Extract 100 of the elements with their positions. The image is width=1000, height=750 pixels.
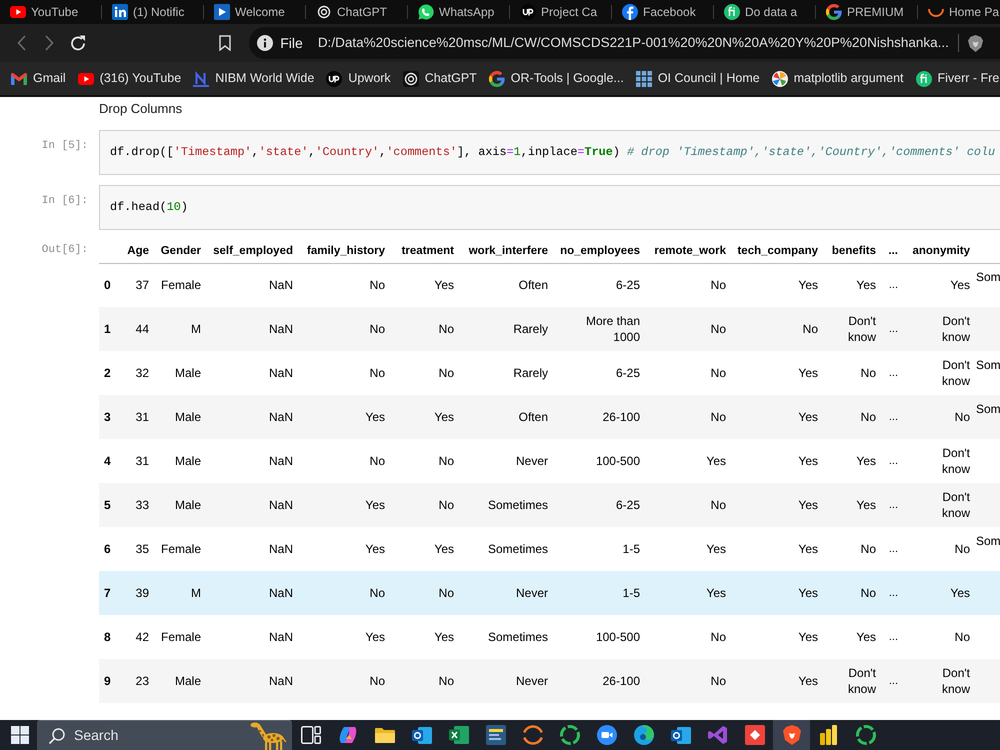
search-icon: [49, 728, 65, 744]
column-header: Age: [118, 240, 153, 263]
table-cell: M: [153, 307, 205, 351]
chat-phone-icon: [418, 4, 434, 20]
browser-tab[interactable]: Home Pa: [918, 0, 1000, 24]
table-cell: Female: [153, 263, 205, 307]
row-index: 4: [99, 439, 118, 483]
row-index: 7: [99, 571, 118, 615]
f-logo-icon: [622, 4, 638, 20]
table-cell: No: [644, 615, 730, 659]
browser-tab[interactable]: Facebook: [612, 0, 713, 24]
address-bar[interactable]: File D:/Data%20science%20msc/ML/CW/COMSCDS221P-001%20%20N%20A%20Y%20P%20Nishshanka...: [249, 27, 1000, 59]
table-cell: No: [902, 527, 974, 571]
browser-tab[interactable]: WhatsApp: [408, 0, 509, 24]
code-line: df.head(10): [110, 200, 188, 214]
table-cell: 6-25: [552, 483, 644, 527]
table-cell: NaN: [205, 527, 297, 571]
table-cell: 1-5: [552, 571, 644, 615]
table-cell: NaN: [205, 615, 297, 659]
table-cell: No: [389, 571, 458, 615]
scheme-label: File: [280, 34, 303, 52]
bookmark-link[interactable]: OR-Tools | Google...: [488, 69, 624, 88]
play-tile-icon: [214, 4, 230, 20]
search-bar[interactable]: Search: [37, 720, 292, 750]
column-header: tech_company: [730, 240, 822, 263]
n-logo-icon: [193, 70, 210, 86]
four-squares-icon: [11, 726, 29, 744]
column-header: self_employed: [205, 240, 297, 263]
reload-icon: [70, 35, 86, 51]
bookmark-link[interactable]: (316) YouTube: [78, 69, 182, 88]
table-cell: Don't know: [902, 483, 974, 527]
table-cell: No: [644, 659, 730, 703]
table-cell: 31: [118, 395, 153, 439]
table-cell: NaN: [205, 483, 297, 527]
table-cell: No: [297, 571, 389, 615]
table-cell: No: [644, 351, 730, 395]
table-cell: No: [730, 307, 822, 351]
browser-tab[interactable]: Do data a: [714, 0, 815, 24]
cell-prompt: Out[6]:: [40, 243, 89, 258]
table-cell: 26-100: [552, 659, 644, 703]
diamond-tile-icon: [744, 725, 764, 745]
table-cell: Male: [153, 439, 205, 483]
row-index: 0: [99, 263, 118, 307]
bowtie-logo-icon: [708, 725, 728, 745]
table-cell: Often: [458, 263, 552, 307]
table-cell: ...: [880, 483, 902, 527]
table-cell: Som: [974, 263, 1000, 307]
browser-tab[interactable]: PREMIUM: [816, 0, 917, 24]
table-cell: No: [822, 351, 880, 395]
bookmark-link[interactable]: Fiverr - Fre: [916, 69, 1000, 88]
table-cell: Don't know: [902, 307, 974, 351]
bookmark-link[interactable]: ChatGPT: [402, 69, 477, 88]
table-cell: Yes: [297, 527, 389, 571]
table-cell: Yes: [389, 615, 458, 659]
table-cell: Yes: [730, 351, 822, 395]
browser-tab[interactable]: ChatGPT: [306, 0, 407, 24]
fi-logo-icon: [724, 4, 740, 20]
table-cell: Yes: [730, 483, 822, 527]
browser-tab[interactable]: (1) Notific: [102, 0, 203, 24]
task-view-icon: [300, 726, 320, 744]
search-input[interactable]: Search: [74, 725, 134, 746]
table-cell: No: [902, 615, 974, 659]
bookmark-link[interactable]: NIBM World Wide: [193, 69, 314, 88]
browser-tab[interactable]: YouTube: [0, 0, 101, 24]
table-cell: Never: [458, 439, 552, 483]
table-cell: Yes: [730, 659, 822, 703]
shield-icon[interactable]: [968, 34, 983, 52]
bookmark-link[interactable]: Upwork: [326, 69, 391, 88]
info-icon[interactable]: [257, 35, 274, 51]
chevron-right-icon: [45, 35, 54, 51]
fi-logo-icon: [916, 70, 932, 86]
table-cell: No: [389, 659, 458, 703]
table-cell: Som: [974, 527, 1000, 571]
code-cell[interactable]: df.head(10): [99, 185, 1000, 230]
table-cell: Yes: [644, 527, 730, 571]
table-cell: Male: [153, 483, 205, 527]
table-cell: Never: [458, 571, 552, 615]
table-cell: Rarely: [458, 351, 552, 395]
code-cell[interactable]: df.drop(['Timestamp','state','Country','comments'], axis=1,inplace=True) # drop 'Timestamp','state','Country','comments' colu: [99, 130, 1000, 175]
table-cell: No: [644, 483, 730, 527]
table-cell: Yes: [297, 483, 389, 527]
table-cell: Yes: [730, 571, 822, 615]
bookmark-link[interactable]: Gmail: [11, 69, 66, 88]
table-cell: Never: [458, 659, 552, 703]
table-cell: Sometimes: [458, 483, 552, 527]
ribbon-logo-icon: [338, 725, 358, 745]
table-cell: Yes: [730, 527, 822, 571]
in-logo-icon: [112, 4, 128, 20]
grid-icon: [636, 70, 652, 86]
bookmark-link[interactable]: OI Council | Home: [636, 69, 760, 88]
table-cell: No: [389, 307, 458, 351]
table-cell: 23: [118, 659, 153, 703]
cell-prompt: In [5]:: [40, 139, 89, 154]
browser-tab[interactable]: Project Ca: [510, 0, 611, 24]
table-cell: ...: [880, 527, 902, 571]
bookmark-link[interactable]: matplotlib argument: [772, 69, 904, 88]
browser-tab[interactable]: Welcome: [204, 0, 305, 24]
column-header: no_employees: [552, 240, 644, 263]
rings-logo-icon: [402, 70, 419, 86]
table-cell: Yes: [730, 439, 822, 483]
